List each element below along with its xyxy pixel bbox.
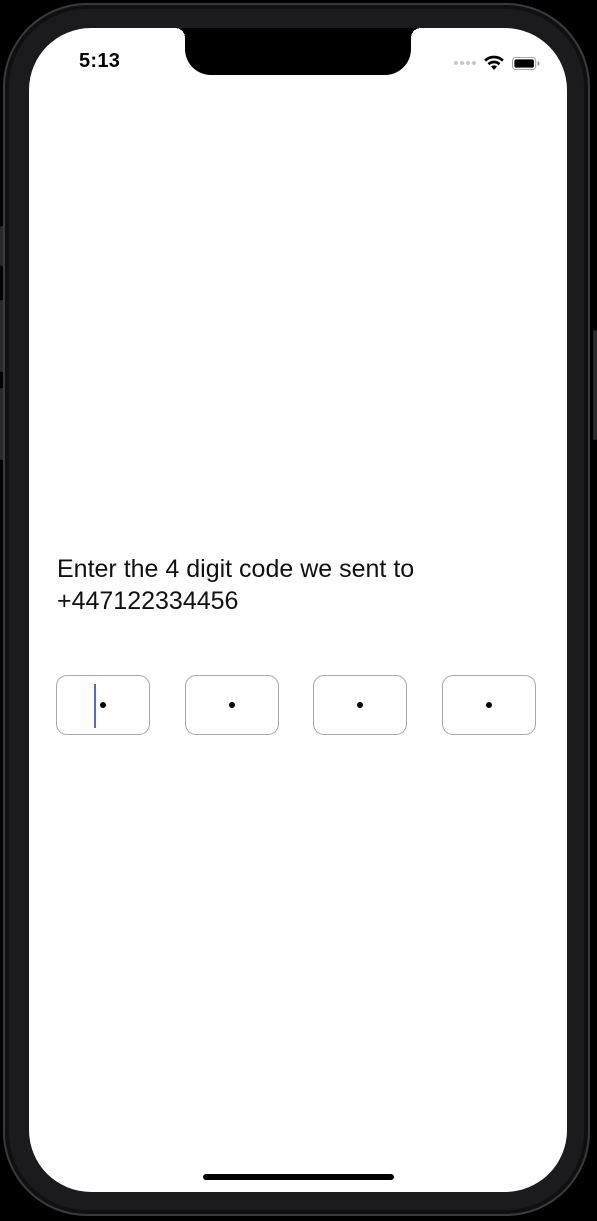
- code-digit-4-input[interactable]: [442, 675, 536, 735]
- verification-prompt: Enter the 4 digit code we sent to +44712…: [57, 553, 527, 617]
- text-caret: [94, 684, 96, 728]
- wifi-icon: [484, 55, 504, 70]
- signal-dots-icon: [454, 53, 476, 73]
- status-icons: [454, 53, 540, 73]
- placeholder-dot-icon: [357, 702, 363, 708]
- battery-icon: [512, 56, 540, 70]
- placeholder-dot-icon: [486, 702, 492, 708]
- power-button: [593, 330, 597, 440]
- code-digit-2-input[interactable]: [185, 675, 279, 735]
- status-time: 5:13: [79, 50, 121, 72]
- device-frame: 5:13 Enter the 4 digit code we sent to +…: [0, 0, 597, 1221]
- code-digit-1-input[interactable]: [56, 675, 150, 735]
- code-input-row: [56, 675, 540, 737]
- phone-number: +447122334456: [57, 587, 239, 615]
- placeholder-dot-icon: [229, 702, 235, 708]
- prompt-text: Enter the 4 digit code we sent to: [57, 555, 415, 583]
- placeholder-dot-icon: [100, 702, 106, 708]
- notch: [175, 28, 421, 75]
- code-digit-3-input[interactable]: [313, 675, 407, 735]
- screen: 5:13 Enter the 4 digit code we sent to +…: [29, 28, 567, 1192]
- home-indicator[interactable]: [203, 1174, 394, 1180]
